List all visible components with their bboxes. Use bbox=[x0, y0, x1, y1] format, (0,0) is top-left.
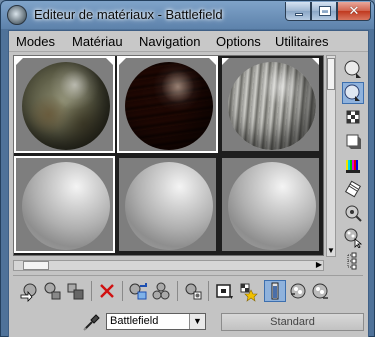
checker-background-icon bbox=[346, 110, 360, 124]
material-map-navigator-icon bbox=[347, 252, 357, 270]
app-sphere-icon[interactable] bbox=[7, 5, 27, 25]
maximize-button[interactable] bbox=[311, 2, 337, 21]
material-sphere-preview bbox=[125, 62, 213, 150]
sample-slot-3[interactable] bbox=[220, 56, 321, 153]
go-forward-to-sibling-icon bbox=[312, 283, 328, 299]
show-end-result-button[interactable] bbox=[264, 280, 286, 302]
toolbar-divider bbox=[13, 275, 363, 276]
menu-options[interactable]: Options bbox=[216, 34, 261, 49]
toolbar-separator bbox=[208, 281, 209, 301]
sample-uv-tiling-icon bbox=[346, 134, 361, 149]
pick-material-from-object-button[interactable] bbox=[81, 312, 101, 332]
get-material-icon bbox=[20, 283, 37, 302]
minimize-icon bbox=[295, 13, 303, 16]
scroll-down-arrow-icon[interactable]: ▼ bbox=[327, 246, 335, 255]
make-unique-button[interactable] bbox=[150, 280, 172, 302]
sample-slot-2[interactable] bbox=[117, 56, 218, 153]
menu-materiau[interactable]: Matériau bbox=[72, 34, 123, 49]
material-name-dropdown-arrow-icon[interactable]: ▼ bbox=[189, 314, 205, 329]
sample-slots-grid bbox=[13, 55, 324, 256]
backlight-button[interactable] bbox=[342, 82, 364, 104]
menu-bar: Modes Matériau Navigation Options Utilit… bbox=[9, 31, 368, 52]
close-icon: ✕ bbox=[348, 3, 360, 18]
assign-material-to-selection-icon bbox=[67, 283, 84, 300]
material-sphere-preview bbox=[22, 162, 110, 250]
title-bar[interactable]: Editeur de matériaux - Battlefield ✕ bbox=[1, 1, 374, 29]
get-material-button[interactable] bbox=[18, 280, 40, 302]
toolbar-separator bbox=[122, 281, 123, 301]
reset-map-button[interactable] bbox=[96, 280, 118, 302]
material-id-channel-button[interactable] bbox=[213, 280, 235, 302]
toolbar-separator bbox=[177, 281, 178, 301]
slots-horizontal-scrollbar[interactable]: ▶ bbox=[13, 260, 324, 271]
go-to-parent-icon bbox=[290, 283, 306, 299]
sample-slot-6[interactable] bbox=[220, 156, 321, 253]
put-material-to-scene-button[interactable] bbox=[41, 280, 63, 302]
menu-utilitaires[interactable]: Utilitaires bbox=[275, 34, 328, 49]
hot-material-corner-icon bbox=[16, 58, 23, 65]
sample-slot-1[interactable] bbox=[14, 56, 115, 153]
reset-map-icon bbox=[100, 284, 114, 298]
hot-material-corner-icon bbox=[312, 58, 319, 65]
hot-material-corner-icon bbox=[106, 58, 113, 65]
go-to-parent-button[interactable] bbox=[287, 280, 309, 302]
sample-slot-4[interactable] bbox=[14, 156, 115, 253]
window-title: Editeur de matériaux - Battlefield bbox=[34, 7, 223, 22]
put-material-to-scene-icon bbox=[44, 282, 61, 300]
scroll-right-arrow-icon[interactable]: ▶ bbox=[316, 260, 322, 269]
options-icon bbox=[345, 205, 362, 222]
material-type-button[interactable]: Standard bbox=[221, 313, 364, 331]
hot-material-corner-icon bbox=[209, 58, 216, 65]
go-forward-to-sibling-button[interactable] bbox=[309, 280, 331, 302]
video-color-check-button[interactable] bbox=[342, 154, 364, 176]
material-sphere-preview bbox=[228, 162, 316, 250]
close-button[interactable]: ✕ bbox=[337, 2, 371, 21]
horizontal-scroll-thumb[interactable] bbox=[23, 261, 49, 270]
sample-slot-5[interactable] bbox=[117, 156, 218, 253]
put-to-library-button[interactable] bbox=[182, 280, 204, 302]
material-editor-window: Editeur de matériaux - Battlefield ✕ Mod… bbox=[0, 0, 375, 337]
select-by-material-button[interactable] bbox=[342, 226, 364, 249]
assign-material-to-selection-button[interactable] bbox=[64, 280, 86, 302]
show-end-result-icon bbox=[271, 282, 279, 300]
video-color-check-icon bbox=[346, 160, 360, 173]
show-map-in-viewport-button[interactable] bbox=[237, 280, 259, 302]
backlight-icon bbox=[344, 84, 360, 101]
sample-type-sphere-icon bbox=[344, 60, 361, 78]
make-material-copy-icon bbox=[129, 283, 147, 300]
eyedropper-icon bbox=[83, 314, 100, 331]
hot-material-corner-icon bbox=[119, 58, 126, 65]
material-map-navigator-button[interactable] bbox=[342, 250, 364, 272]
sample-uv-tiling-button[interactable] bbox=[342, 130, 364, 152]
slots-vertical-scrollbar[interactable]: ▼ bbox=[326, 55, 336, 257]
toolbar-separator bbox=[91, 281, 92, 301]
make-preview-icon bbox=[344, 180, 362, 198]
show-map-in-viewport-icon bbox=[240, 283, 258, 302]
material-sphere-preview bbox=[125, 162, 213, 250]
menu-navigation[interactable]: Navigation bbox=[139, 34, 200, 49]
hot-material-corner-icon bbox=[222, 58, 229, 65]
make-unique-icon bbox=[152, 282, 170, 300]
material-sphere-preview bbox=[228, 62, 316, 150]
vertical-scroll-thumb[interactable] bbox=[327, 58, 335, 90]
make-material-copy-button[interactable] bbox=[127, 280, 149, 302]
minimize-button[interactable] bbox=[285, 2, 311, 21]
material-name-bar: Battlefield ▼ Standard bbox=[9, 308, 368, 337]
sample-type-sphere-button[interactable] bbox=[342, 58, 364, 80]
editor-client-area: Modes Matériau Navigation Options Utilit… bbox=[8, 30, 369, 337]
material-id-channel-icon bbox=[216, 284, 233, 299]
material-sphere-preview bbox=[22, 62, 110, 150]
put-to-library-icon bbox=[185, 283, 202, 300]
menu-modes[interactable]: Modes bbox=[16, 34, 55, 49]
make-preview-button[interactable] bbox=[342, 178, 364, 200]
options-button[interactable] bbox=[342, 202, 364, 224]
checker-background-button[interactable] bbox=[342, 106, 364, 128]
select-by-material-icon bbox=[344, 228, 363, 249]
maximize-icon bbox=[319, 6, 331, 16]
